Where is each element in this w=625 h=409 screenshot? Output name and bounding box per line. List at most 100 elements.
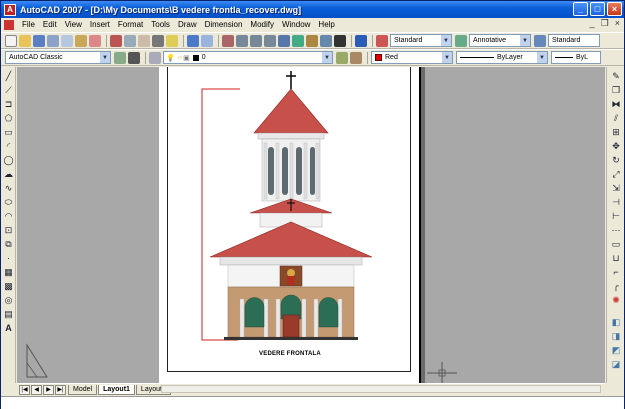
copy-icon[interactable]: ❐	[610, 85, 622, 95]
tab-model[interactable]: Model	[68, 384, 98, 395]
circle-icon[interactable]: ◯	[3, 155, 14, 165]
viewport[interactable]: VEDERE FRONTALA	[167, 67, 411, 372]
workspace-settings-icon[interactable]	[114, 51, 126, 64]
menu-view[interactable]: View	[61, 20, 86, 29]
draw-order-icon[interactable]: ◧	[610, 317, 622, 327]
color-select[interactable]: Red ▼	[371, 51, 453, 64]
fillet-icon[interactable]: ╭	[610, 281, 622, 291]
paste-icon[interactable]	[138, 34, 150, 47]
scale-icon[interactable]: ⤢	[610, 169, 622, 179]
save-icon[interactable]	[33, 34, 45, 47]
insert-block-icon[interactable]: ⊡	[3, 225, 14, 235]
extend-icon[interactable]: ⊢	[610, 211, 622, 221]
polygon-icon[interactable]: ⬠	[3, 113, 14, 123]
text-style-select[interactable]: Standard ▼	[390, 34, 452, 47]
menu-insert[interactable]: Insert	[86, 20, 114, 29]
properties-icon[interactable]	[278, 34, 290, 47]
previous-tab-button[interactable]: ◀	[31, 384, 42, 395]
annotative-select[interactable]: Annotative ▼	[469, 34, 531, 47]
region-icon[interactable]: ◎	[3, 295, 14, 305]
break-at-point-icon[interactable]: ⋯	[610, 225, 622, 235]
make-block-icon[interactable]: ⧉	[3, 239, 14, 249]
menu-help[interactable]: Help	[314, 20, 338, 29]
spline-icon[interactable]: ∿	[3, 183, 14, 193]
plot-icon[interactable]	[47, 34, 59, 47]
explode-icon[interactable]: ✺	[610, 295, 622, 305]
autocad-app-icon[interactable]: A	[4, 3, 16, 16]
rotate-icon[interactable]: ↻	[610, 155, 622, 165]
layer-properties-icon[interactable]	[128, 51, 140, 64]
line-icon[interactable]: ╱	[3, 71, 14, 81]
sheet-set-icon[interactable]	[320, 34, 332, 47]
ellipse-icon[interactable]: ⬭	[3, 197, 14, 207]
offset-icon[interactable]: ⫽	[610, 113, 622, 123]
stretch-icon[interactable]: ⇲	[610, 183, 622, 193]
erase-icon[interactable]: ✎	[610, 71, 622, 81]
text-style-icon[interactable]	[376, 34, 388, 47]
move-icon[interactable]: ✥	[610, 141, 622, 151]
plot-preview-icon[interactable]	[61, 34, 73, 47]
new-icon[interactable]	[5, 34, 17, 47]
next-tab-button[interactable]: ▶	[43, 384, 54, 395]
lineweight-select[interactable]: ByL	[551, 51, 601, 64]
undo-icon[interactable]	[187, 34, 199, 47]
menu-file[interactable]: File	[18, 20, 39, 29]
make-current-layer-icon[interactable]	[336, 51, 348, 64]
table-style-icon[interactable]	[534, 34, 546, 47]
document-icon[interactable]	[4, 19, 14, 30]
menu-tools[interactable]: Tools	[147, 20, 174, 29]
menu-modify[interactable]: Modify	[246, 20, 278, 29]
match-properties-icon[interactable]	[152, 34, 164, 47]
workspace-select[interactable]: AutoCAD Classic ▼	[5, 51, 111, 64]
drawing-area[interactable]: VEDERE FRONTALA	[17, 67, 605, 383]
bring-to-front-icon[interactable]: ◨	[610, 331, 622, 341]
layer-previous-icon[interactable]	[350, 51, 362, 64]
array-icon[interactable]: ⊞	[610, 127, 622, 137]
tool-palettes-icon[interactable]	[306, 34, 318, 47]
join-icon[interactable]: ⊔	[610, 253, 622, 263]
design-center-icon[interactable]	[292, 34, 304, 47]
pan-icon[interactable]	[222, 34, 234, 47]
block-editor-icon[interactable]	[166, 34, 178, 47]
publish-icon[interactable]	[75, 34, 87, 47]
table-icon[interactable]: ▤	[3, 309, 14, 319]
menu-edit[interactable]: Edit	[39, 20, 61, 29]
layer-manager-icon[interactable]	[149, 51, 161, 64]
cut-icon[interactable]	[110, 34, 122, 47]
calculator-icon[interactable]	[334, 34, 346, 47]
zoom-realtime-icon[interactable]	[236, 34, 248, 47]
zoom-window-icon[interactable]	[250, 34, 262, 47]
polyline-icon[interactable]: ⊐	[3, 99, 14, 109]
first-tab-button[interactable]: |◀	[19, 384, 30, 395]
3d-dwf-icon[interactable]	[89, 34, 101, 47]
hatch-icon[interactable]: ▦	[3, 267, 14, 277]
title-bar[interactable]: A AutoCAD 2007 - [D:\My Documents\B vede…	[1, 1, 624, 18]
gradient-icon[interactable]: ▩	[3, 281, 14, 291]
layer-select[interactable]: 💡 ☼ ▣ 0 ▼	[163, 51, 333, 64]
trim-icon[interactable]: ⊣	[610, 197, 622, 207]
break-icon[interactable]: ▭	[610, 239, 622, 249]
menu-window[interactable]: Window	[278, 20, 314, 29]
linetype-select[interactable]: ByLayer ▼	[456, 51, 548, 64]
menu-format[interactable]: Format	[114, 20, 147, 29]
point-icon[interactable]: ·	[3, 253, 14, 263]
maximize-button[interactable]: □	[590, 2, 605, 16]
revision-cloud-icon[interactable]: ☁	[3, 169, 14, 179]
redo-icon[interactable]	[201, 34, 213, 47]
close-button[interactable]: ×	[607, 2, 622, 16]
ellipse-arc-icon[interactable]: ◠	[3, 211, 14, 221]
menu-dimension[interactable]: Dimension	[201, 20, 247, 29]
last-tab-button[interactable]: ▶|	[55, 384, 66, 395]
command-line[interactable]	[1, 396, 624, 409]
send-to-back-icon[interactable]: ◩	[610, 345, 622, 355]
zoom-previous-icon[interactable]	[264, 34, 276, 47]
mirror-icon[interactable]: ⧓	[610, 99, 622, 109]
doc-close-button[interactable]: ×	[615, 18, 620, 29]
doc-minimize-button[interactable]: _	[590, 18, 595, 29]
dimension-style-icon[interactable]	[455, 34, 467, 47]
rectangle-icon[interactable]: ▭	[3, 127, 14, 137]
bring-above-icon[interactable]: ◪	[610, 359, 622, 369]
help-icon[interactable]	[355, 34, 367, 47]
chamfer-icon[interactable]: ⌐	[610, 267, 622, 277]
menu-draw[interactable]: Draw	[174, 20, 201, 29]
